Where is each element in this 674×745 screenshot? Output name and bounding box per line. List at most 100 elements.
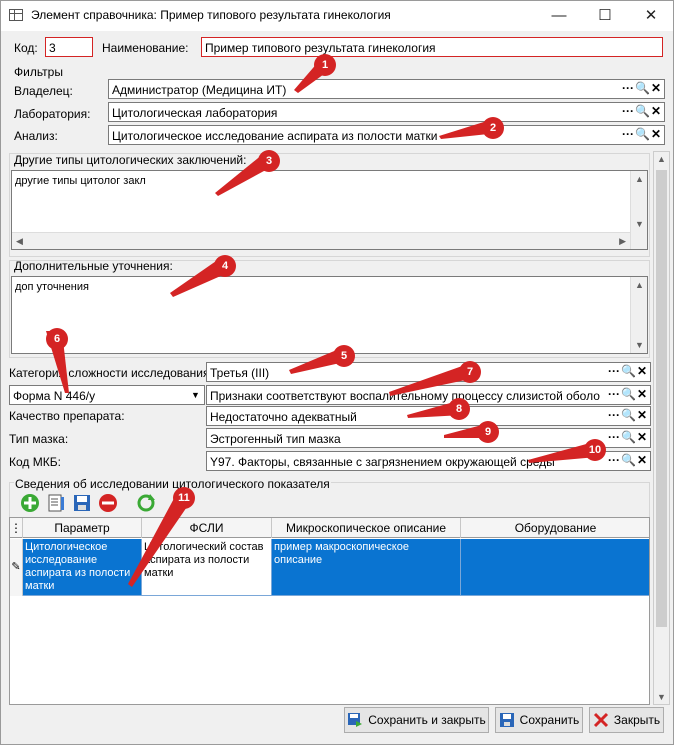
column-chooser-icon[interactable]: ⋮ (10, 518, 23, 538)
complexity-value: Третья (III) (210, 366, 270, 380)
analysis-label: Анализ: (14, 129, 58, 143)
clear-icon[interactable]: ✕ (635, 430, 649, 446)
search-icon[interactable]: 🔍 (635, 81, 650, 97)
close-icon (593, 712, 608, 728)
save-label: Сохранить (519, 713, 580, 727)
close-button[interactable]: Закрыть (589, 707, 664, 733)
more-icon[interactable]: ··· (621, 104, 635, 120)
analysis-value: Цитологическое исследование аспирата из … (112, 129, 438, 143)
cell-micro[interactable]: пример макроскопическое описание (272, 539, 461, 596)
mkb-field[interactable]: Y97. Факторы, связанные с загрязнением о… (206, 451, 651, 471)
memo-vscroll[interactable]: ▲ ▼ (630, 277, 647, 353)
owner-label: Владелец: (14, 84, 73, 98)
signs-value: Признаки соответствуют воспалительному п… (210, 389, 600, 403)
search-icon[interactable]: 🔍 (621, 364, 636, 380)
scroll-up-icon[interactable]: ▲ (657, 154, 666, 164)
cell-fsli[interactable]: Цитологический состав аспирата из полост… (142, 539, 272, 596)
name-label: Наименование: (102, 41, 189, 55)
memo-hscroll[interactable]: ◀ ▶ (12, 232, 630, 249)
add-icon[interactable] (19, 492, 41, 514)
delete-icon[interactable] (97, 492, 119, 514)
chevron-down-icon[interactable]: ▼ (187, 386, 204, 404)
edit-icon[interactable] (45, 492, 67, 514)
clear-icon[interactable]: ✕ (635, 408, 649, 424)
clear-icon[interactable]: ✕ (649, 81, 663, 97)
extra-memo[interactable]: доп уточнения ▲ ▼ (11, 276, 648, 354)
close-label: Закрыть (613, 713, 661, 727)
scroll-thumb[interactable] (656, 170, 667, 627)
clear-icon[interactable]: ✕ (635, 453, 649, 469)
more-icon[interactable]: ··· (607, 387, 621, 403)
cell-equipment[interactable] (461, 539, 649, 596)
lab-value: Цитологическая лаборатория (112, 106, 278, 120)
more-icon[interactable]: ··· (621, 127, 635, 143)
minimize-button[interactable]: — (536, 1, 582, 31)
clear-icon[interactable]: ✕ (635, 387, 649, 403)
code-field[interactable]: 3 (45, 37, 93, 57)
scroll-down-icon[interactable]: ▼ (635, 219, 644, 229)
column-header-equipment[interactable]: Оборудование (461, 518, 649, 538)
mkb-value: Y97. Факторы, связанные с загрязнением о… (210, 455, 555, 469)
scroll-down-icon[interactable]: ▼ (635, 340, 644, 350)
column-header-param[interactable]: Параметр (23, 518, 142, 538)
column-header-micro[interactable]: Микроскопическое описание (272, 518, 461, 538)
search-icon[interactable]: 🔍 (635, 127, 650, 143)
memo-vscroll[interactable]: ▲ ▼ (630, 171, 647, 249)
name-value: Пример типового результата гинекология (205, 41, 436, 55)
more-icon[interactable]: ··· (607, 408, 621, 424)
more-icon[interactable]: ··· (621, 81, 635, 97)
search-icon[interactable]: 🔍 (621, 408, 636, 424)
smear-field[interactable]: Эстрогенный тип мазка ··· 🔍 ✕ (206, 428, 651, 448)
more-icon[interactable]: ··· (607, 364, 621, 380)
quality-field[interactable]: Недостаточно адекватный ··· 🔍 ✕ (206, 406, 651, 426)
scroll-right-icon[interactable]: ▶ (619, 236, 626, 247)
smear-value: Эстрогенный тип мазка (210, 432, 341, 446)
title-bar: Элемент справочника: Пример типового рез… (1, 1, 673, 31)
save-row-icon[interactable] (71, 492, 93, 514)
lab-label: Лаборатория: (14, 107, 91, 121)
clear-icon[interactable]: ✕ (649, 127, 663, 143)
complexity-label: Категория сложности исследования: (9, 366, 213, 380)
maximize-button[interactable]: ☐ (582, 1, 628, 31)
other-types-memo[interactable]: другие типы цитолог закл ▲ ▼ ◀ ▶ (11, 170, 648, 250)
analysis-field[interactable]: Цитологическое исследование аспирата из … (108, 125, 665, 145)
cell-param[interactable]: Цитологическое исследование аспирата из … (23, 539, 142, 596)
main-scrollbar[interactable]: ▲ ▼ (653, 151, 670, 705)
save-button[interactable]: Сохранить (495, 707, 583, 733)
more-icon[interactable]: ··· (607, 453, 621, 469)
table-row[interactable]: ✎ Цитологическое исследование аспирата и… (10, 539, 649, 597)
mkb-label: Код МКБ: (9, 455, 61, 469)
extra-title: Дополнительные уточнения: (14, 259, 173, 273)
filters-title: Фильтры (14, 65, 63, 79)
scroll-down-icon[interactable]: ▼ (657, 692, 666, 702)
search-icon[interactable]: 🔍 (621, 387, 636, 403)
form-value: Форма N 446/у (13, 389, 96, 403)
smear-label: Тип мазка: (9, 432, 69, 446)
indicators-table[interactable]: ⋮ Параметр ФСЛИ Микроскопическое описани… (9, 517, 650, 705)
save-icon (499, 713, 514, 727)
complexity-field[interactable]: Третья (III) ··· 🔍 ✕ (206, 362, 651, 382)
form-select[interactable]: Форма N 446/у ▼ (9, 385, 205, 405)
close-window-button[interactable]: ✕ (628, 1, 673, 31)
lab-field[interactable]: Цитологическая лаборатория ··· 🔍 ✕ (108, 102, 665, 122)
save-close-button[interactable]: Сохранить и закрыть (344, 707, 489, 733)
scroll-left-icon[interactable]: ◀ (16, 236, 23, 247)
window-title: Элемент справочника: Пример типового рез… (31, 8, 391, 22)
refresh-icon[interactable] (135, 492, 157, 514)
name-field[interactable]: Пример типового результата гинекология (201, 37, 663, 57)
code-label: Код: (14, 41, 38, 55)
scroll-up-icon[interactable]: ▲ (635, 174, 644, 184)
other-types-value: другие типы цитолог закл (15, 175, 146, 187)
clear-icon[interactable]: ✕ (649, 104, 663, 120)
search-icon[interactable]: 🔍 (621, 453, 636, 469)
column-header-fsli[interactable]: ФСЛИ (142, 518, 272, 538)
scroll-up-icon[interactable]: ▲ (635, 280, 644, 290)
owner-field[interactable]: Администратор (Медицина ИТ) ··· 🔍 ✕ (108, 79, 665, 99)
clear-icon[interactable]: ✕ (635, 364, 649, 380)
search-icon[interactable]: 🔍 (621, 430, 636, 446)
owner-value: Администратор (Медицина ИТ) (112, 83, 287, 97)
more-icon[interactable]: ··· (607, 430, 621, 446)
signs-field[interactable]: Признаки соответствуют воспалительному п… (206, 385, 651, 405)
code-value: 3 (49, 41, 56, 55)
search-icon[interactable]: 🔍 (635, 104, 650, 120)
